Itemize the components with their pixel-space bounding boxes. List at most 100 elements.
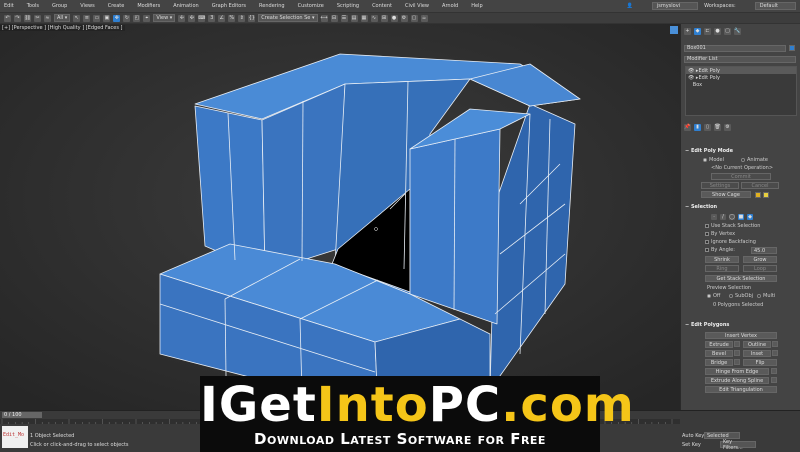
angle-snap-icon[interactable]: ∠ — [218, 14, 226, 22]
show-cage-button[interactable]: Show Cage — [701, 191, 751, 198]
stack-item[interactable]: 👁 ▸ Edit Poly — [686, 74, 796, 81]
menu-modifiers[interactable]: Modifiers — [137, 3, 160, 9]
stack-item[interactable]: Box — [686, 81, 796, 88]
undo-icon[interactable]: ↶ — [4, 14, 11, 22]
insert-vertex-button[interactable]: Insert Vertex — [705, 332, 777, 339]
menu-customize[interactable]: Customize — [298, 3, 324, 9]
extrude-along-spline-button[interactable]: Extrude Along Spline — [705, 377, 769, 384]
polygon-level-icon[interactable]: ■ — [738, 214, 744, 220]
create-tab-icon[interactable]: + — [684, 27, 691, 35]
edit-poly-mode-rollout[interactable]: − Edit Poly Mode — [685, 148, 797, 154]
display-tab-icon[interactable]: ▢ — [724, 27, 731, 35]
set-key-button[interactable]: Set Key — [682, 442, 701, 448]
menu-content[interactable]: Content — [372, 3, 392, 9]
object-color-swatch[interactable] — [789, 45, 795, 51]
edit-polygons-rollout[interactable]: − Edit Polygons — [685, 322, 797, 328]
make-unique-icon[interactable]: ▯ — [704, 123, 711, 131]
place-icon[interactable]: ⌖ — [143, 14, 151, 22]
settings-button[interactable]: Settings — [701, 182, 739, 189]
viewport-label[interactable]: [+] [Perspective ] [High Quality ] [Edge… — [0, 25, 125, 31]
maximize-viewport-icon[interactable] — [670, 26, 678, 34]
by-angle-checkbox[interactable]: By Angle: — [705, 247, 735, 253]
flip-button[interactable]: Flip — [743, 359, 777, 366]
render-production-icon[interactable]: ☕ — [420, 14, 428, 22]
redo-icon[interactable]: ↷ — [14, 14, 21, 22]
time-slider[interactable]: 0 / 100 — [2, 412, 42, 418]
element-level-icon[interactable]: ◆ — [747, 214, 753, 220]
angle-spinner[interactable]: 45.0 — [751, 247, 777, 254]
grow-button[interactable]: Grow — [743, 256, 777, 263]
preview-subobj-radio[interactable]: SubObj — [729, 293, 753, 299]
utilities-tab-icon[interactable]: 🔧 — [734, 27, 741, 35]
ribbon-icon[interactable]: ▦ — [360, 14, 368, 22]
modifier-stack[interactable]: 👁 ▸ Edit Poly 👁 ▸ Edit Poly Box — [685, 66, 797, 116]
by-vertex-checkbox[interactable]: By Vertex — [705, 231, 735, 237]
pivot-center-icon[interactable]: ✢ — [178, 14, 186, 22]
menu-tools[interactable]: Tools — [27, 3, 39, 9]
get-stack-selection-button[interactable]: Get Stack Selection — [705, 275, 777, 282]
mirror-icon[interactable]: ⟷ — [320, 14, 328, 22]
reference-coord-dropdown[interactable]: View ▾ — [153, 14, 176, 22]
perspective-viewport[interactable]: [+] [Perspective ] [High Quality ] [Edge… — [0, 24, 680, 410]
ring-button[interactable]: Ring — [705, 265, 739, 272]
menu-civil-view[interactable]: Civil View — [405, 3, 429, 9]
select-object-icon[interactable]: ↖ — [73, 14, 81, 22]
loop-button[interactable]: Loop — [743, 265, 777, 272]
cage-selected-color-swatch[interactable] — [763, 192, 769, 198]
align-icon[interactable]: ⊟ — [330, 14, 338, 22]
menu-views[interactable]: Views — [80, 3, 94, 9]
select-rotate-icon[interactable]: ↻ — [123, 14, 131, 22]
border-level-icon[interactable]: ◯ — [729, 214, 735, 220]
bind-space-warp-icon[interactable]: ≈ — [44, 14, 51, 22]
pin-stack-icon[interactable]: 📌 — [684, 123, 691, 131]
modify-tab-icon[interactable]: ◆ — [694, 27, 701, 35]
bevel-settings-icon[interactable] — [734, 350, 740, 356]
user-dropdown[interactable]: jsmyslovi — [651, 2, 699, 10]
vertex-level-icon[interactable]: · — [711, 214, 717, 220]
preview-off-radio[interactable]: Off — [707, 293, 720, 299]
remove-modifier-icon[interactable]: 🗑 — [714, 123, 721, 131]
menu-arnold[interactable]: Arnold — [442, 3, 458, 9]
key-filters-button[interactable]: Key Filters... — [720, 439, 756, 451]
selection-filter-dropdown[interactable]: All ▾ — [54, 14, 71, 22]
percent-snap-icon[interactable]: % — [228, 14, 236, 22]
select-move-icon[interactable]: ✥ — [113, 14, 121, 22]
menu-help[interactable]: Help — [471, 3, 482, 9]
spinner-snap-icon[interactable]: ⇕ — [238, 14, 246, 22]
named-selection-set-dropdown[interactable]: Create Selection Se ▾ — [258, 14, 318, 22]
edit-named-selection-icon[interactable]: {} — [248, 14, 256, 22]
outline-settings-icon[interactable] — [772, 341, 778, 347]
region-select-icon[interactable]: ▭ — [93, 14, 101, 22]
cancel-button[interactable]: Cancel — [741, 182, 779, 189]
menu-edit[interactable]: Edit — [4, 3, 14, 9]
bridge-button[interactable]: Bridge — [705, 359, 733, 366]
select-manipulate-icon[interactable]: ✣ — [188, 14, 196, 22]
stack-item[interactable]: 👁 ▸ Edit Poly — [686, 67, 796, 74]
select-by-name-icon[interactable]: ≡ — [83, 14, 91, 22]
hinge-from-edge-button[interactable]: Hinge From Edge — [705, 368, 769, 375]
link-icon[interactable]: ⛓ — [24, 14, 31, 22]
configure-sets-icon[interactable]: ⚙ — [724, 123, 731, 131]
snaps-toggle-icon[interactable]: 3 — [208, 14, 216, 22]
bevel-button[interactable]: Bevel — [705, 350, 733, 357]
animate-radio[interactable]: Animate — [741, 157, 768, 163]
extrude-settings-icon[interactable] — [734, 341, 740, 347]
outline-button[interactable]: Outline — [743, 341, 771, 348]
modifier-list-dropdown[interactable]: Modifier List — [684, 55, 796, 63]
use-stack-selection-checkbox[interactable]: Use Stack Selection — [705, 223, 760, 229]
layer-explorer-icon[interactable]: ☰ — [340, 14, 348, 22]
menu-animation[interactable]: Animation — [173, 3, 199, 9]
menu-graph-editors[interactable]: Graph Editors — [212, 3, 246, 9]
select-scale-icon[interactable]: ◰ — [133, 14, 141, 22]
inset-settings-icon[interactable] — [772, 350, 778, 356]
ignore-backfacing-checkbox[interactable]: Ignore Backfacing — [705, 239, 756, 245]
model-radio[interactable]: Model — [703, 157, 724, 163]
menu-create[interactable]: Create — [108, 3, 125, 9]
inset-button[interactable]: Inset — [743, 350, 771, 357]
window-crossing-icon[interactable]: ▣ — [103, 14, 111, 22]
rendered-frame-window-icon[interactable]: ▢ — [410, 14, 418, 22]
motion-tab-icon[interactable]: ● — [714, 27, 721, 35]
extrude-button[interactable]: Extrude — [705, 341, 733, 348]
bridge-settings-icon[interactable] — [734, 359, 740, 365]
unlink-icon[interactable]: ✂ — [34, 14, 41, 22]
